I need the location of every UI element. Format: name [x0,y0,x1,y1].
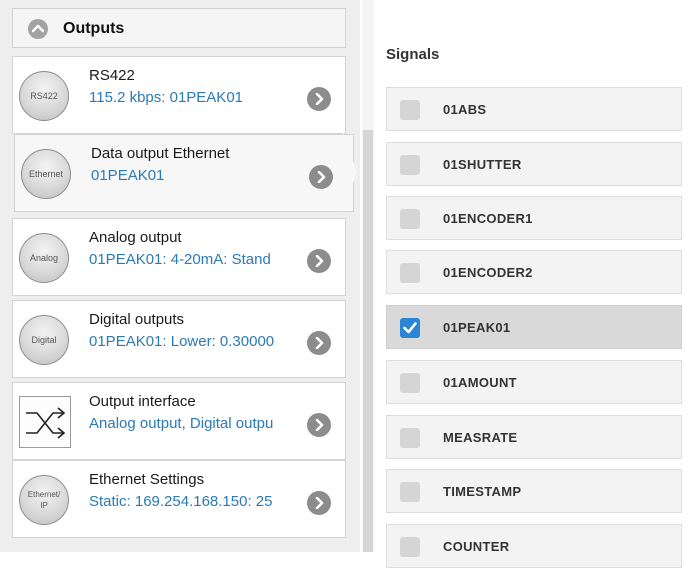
output-item-rs422[interactable]: RS422 RS422 115.2 kbps: 01PEAK01 [12,56,346,134]
chevron-right-icon[interactable] [307,87,331,111]
signal-checkbox[interactable] [400,428,420,448]
ethernet-ip-icon: Ethernet/ IP [19,475,69,525]
signal-row[interactable]: 01ENCODER1 [386,196,682,240]
signal-checkbox[interactable] [400,318,420,338]
signals-panel: Signals 01ABS 01SHUTTER 01ENCODER1 01ENC… [374,0,696,568]
signal-row[interactable]: 01ENCODER2 [386,250,682,294]
signal-label: TIMESTAMP [443,484,522,499]
signal-row[interactable]: 01SHUTTER [386,142,682,186]
signal-row[interactable]: MEASRATE [386,415,682,459]
output-name: Digital outputs [89,311,185,328]
ethernet-icon: Ethernet [21,149,71,199]
chevron-right-icon[interactable] [307,249,331,273]
switch-icon [19,396,71,448]
active-item-pointer [343,132,357,212]
signal-label: 01ENCODER2 [443,265,533,280]
chevron-right-icon[interactable] [307,491,331,515]
signal-label: 01SHUTTER [443,157,522,172]
chevron-right-icon[interactable] [309,165,333,189]
signal-label: 01ENCODER1 [443,211,533,226]
signal-label: MEASRATE [443,430,518,445]
signal-checkbox[interactable] [400,482,420,502]
output-name: Analog output [89,229,182,246]
signal-row[interactable]: 01ABS [386,87,682,131]
output-item-output-interface[interactable]: Output interface Analog output, Digital … [12,382,346,460]
output-item-digital-outputs[interactable]: Digital Digital outputs 01PEAK01: Lower:… [12,300,346,378]
output-name: RS422 [89,67,135,84]
rs422-icon: RS422 [19,71,69,121]
output-name: Output interface [89,393,196,410]
outputs-title: Outputs [63,20,125,37]
output-name: Data output Ethernet [91,145,230,162]
signal-checkbox[interactable] [400,537,420,557]
output-name: Ethernet Settings [89,471,205,488]
output-value: Analog output, Digital outpu [89,415,274,432]
chevron-right-icon[interactable] [307,413,331,437]
signal-row[interactable]: TIMESTAMP [386,469,682,513]
chevron-up-icon[interactable] [28,19,48,39]
signal-row[interactable]: COUNTER [386,524,682,568]
digital-icon: Digital [19,315,69,365]
output-item-ethernet-settings[interactable]: Ethernet/ IP Ethernet Settings Static: 1… [12,460,346,538]
signal-row[interactable]: 01AMOUNT [386,360,682,404]
signal-checkbox[interactable] [400,155,420,175]
signals-title: Signals [386,46,440,63]
scrollbar-thumb[interactable] [363,130,373,552]
signal-checkbox[interactable] [400,100,420,120]
signal-label: 01AMOUNT [443,375,517,390]
output-value: 01PEAK01: 4-20mA: Stand [89,251,271,268]
signal-checkbox[interactable] [400,263,420,283]
signal-label: 01PEAK01 [443,320,511,335]
output-item-data-output-ethernet[interactable]: Ethernet Data output Ethernet 01PEAK01 [14,134,354,212]
chevron-right-icon[interactable] [307,331,331,355]
outputs-header[interactable]: Outputs [12,8,346,48]
output-value: 01PEAK01 [91,167,165,184]
signal-checkbox[interactable] [400,373,420,393]
signal-checkbox[interactable] [400,209,420,229]
analog-icon: Analog [19,233,69,283]
output-item-analog-output[interactable]: Analog Analog output 01PEAK01: 4-20mA: S… [12,218,346,296]
signal-label: 01ABS [443,102,487,117]
output-value: Static: 169.254.168.150: 25 [89,493,273,510]
output-value: 01PEAK01: Lower: 0.30000 [89,333,275,350]
output-value: 115.2 kbps: 01PEAK01 [89,89,243,106]
outputs-panel: Outputs RS422 RS422 115.2 kbps: 01PEAK01… [0,0,360,552]
signal-row[interactable]: 01PEAK01 [386,305,682,349]
